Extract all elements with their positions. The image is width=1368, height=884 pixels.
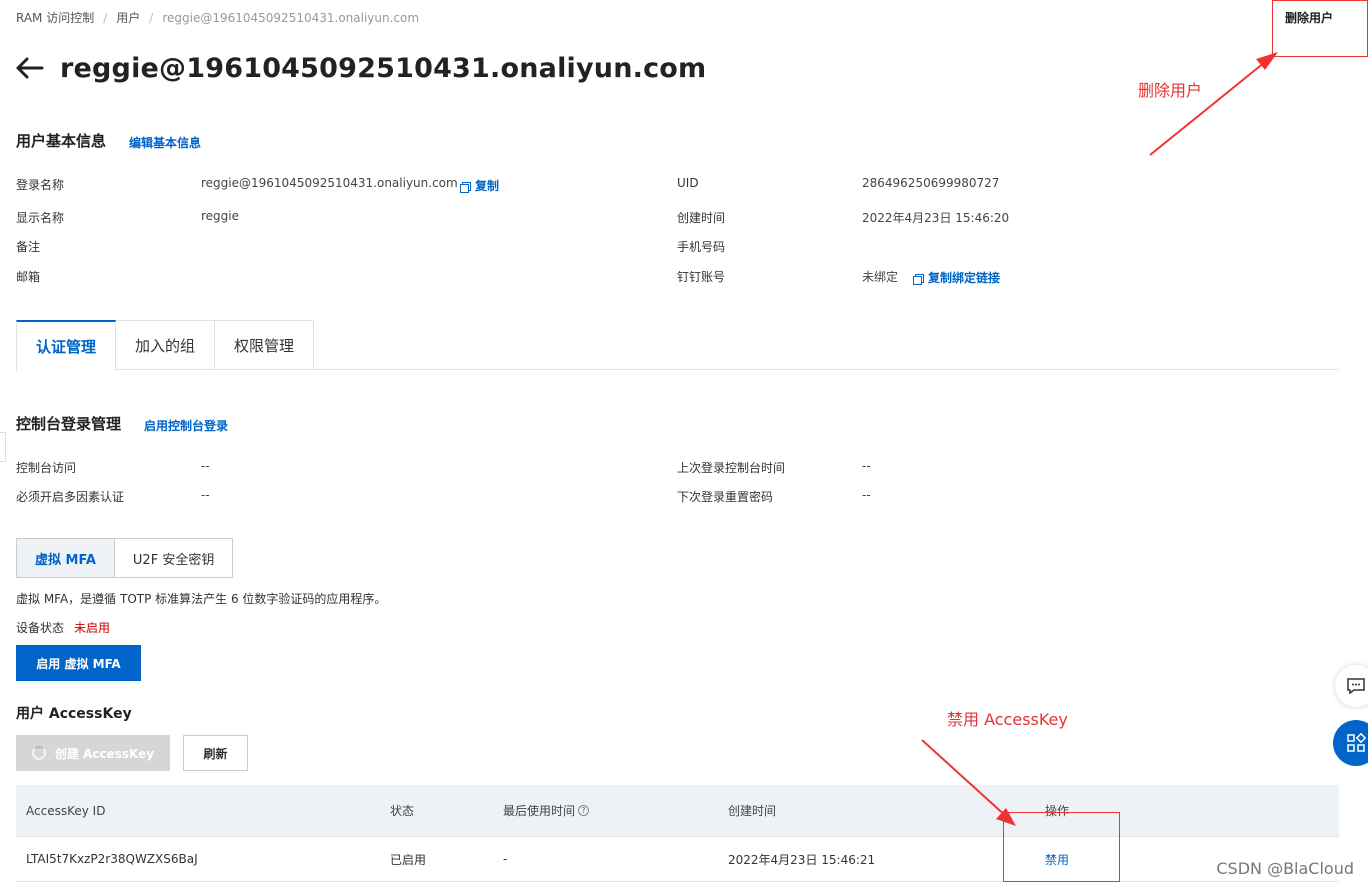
arrow-to-disable	[921, 739, 1009, 819]
arrow-to-delete-user	[1149, 57, 1271, 156]
annotation-arrows	[921, 52, 1278, 826]
watermark: CSDN @BlaCloud	[1216, 859, 1354, 878]
